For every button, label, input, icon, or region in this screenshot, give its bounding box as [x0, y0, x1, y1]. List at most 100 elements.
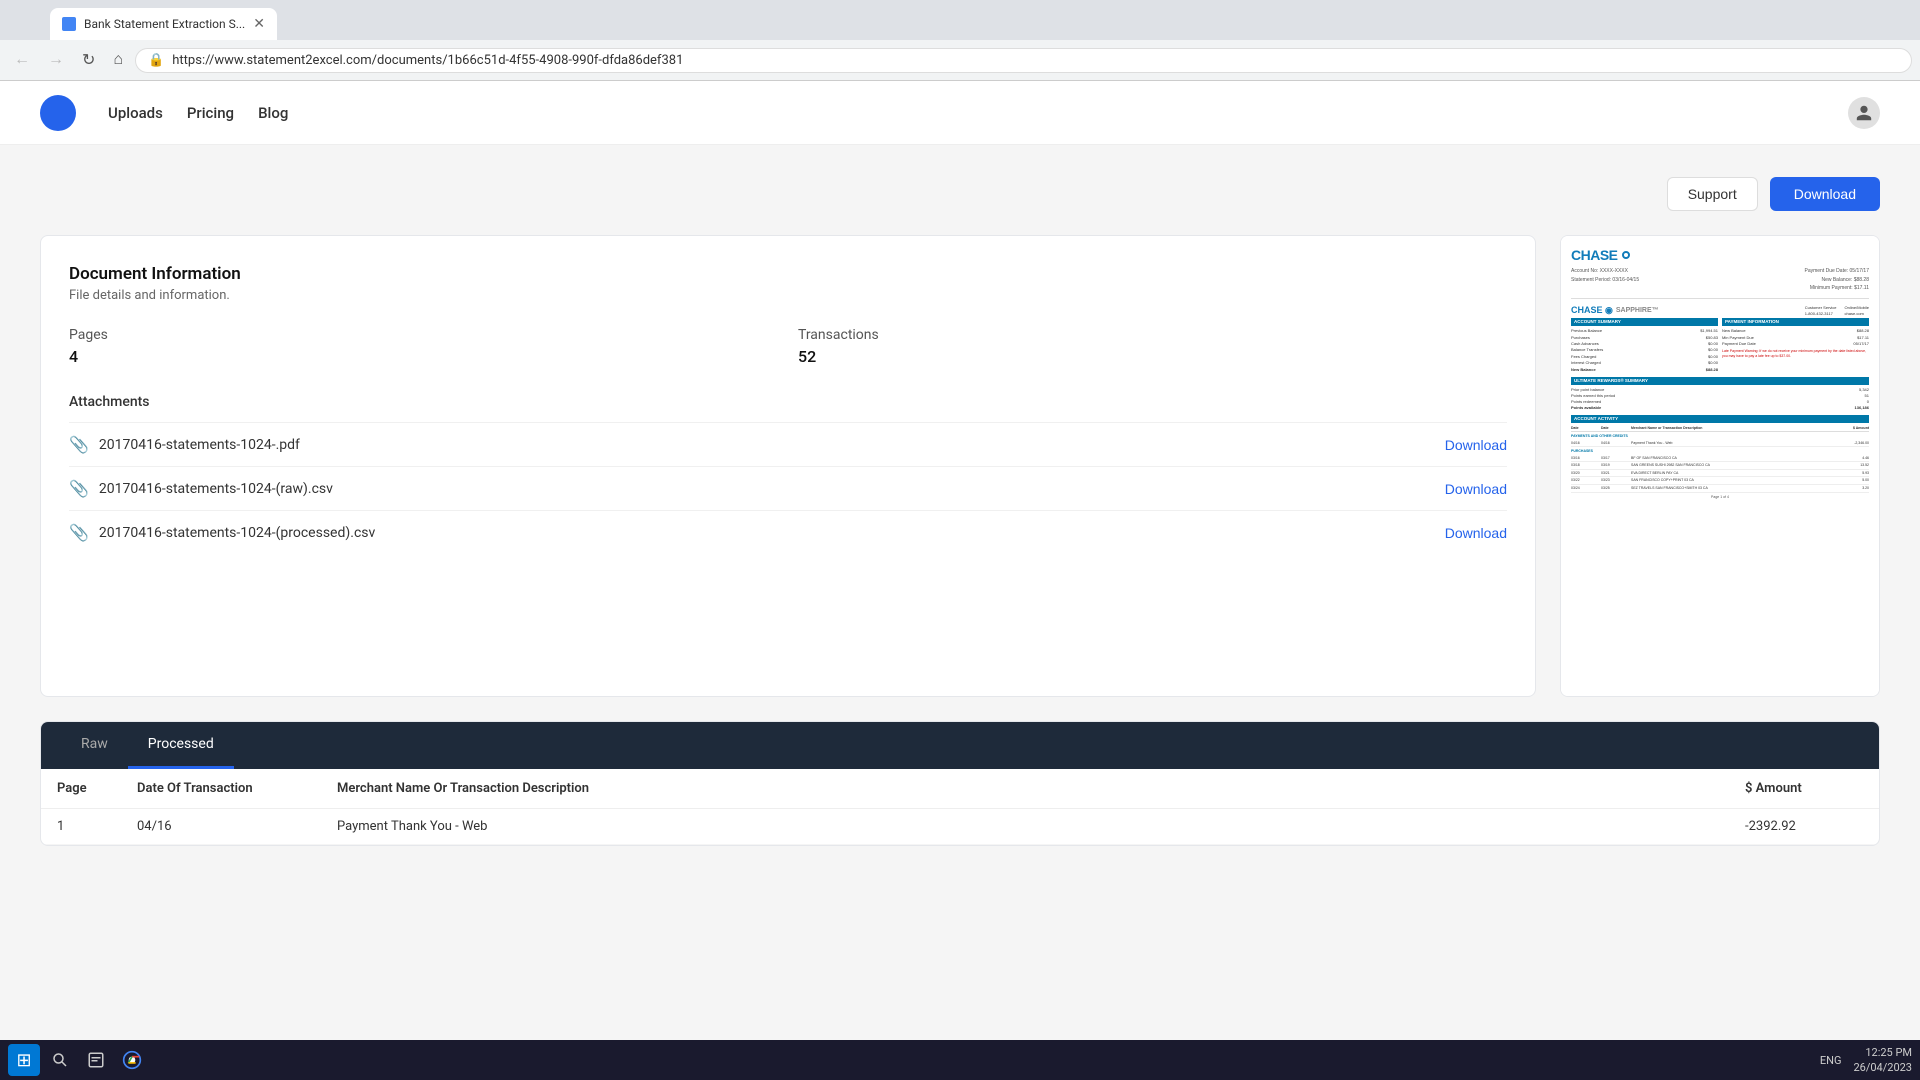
- document-preview-card: CHASE Account No: XXXX-XXXX Payment Due …: [1560, 235, 1880, 697]
- app-wrapper: Uploads Pricing Blog Support Download: [0, 81, 1920, 1040]
- browser-chrome: Bank Statement Extraction S... ✕ ← → ↻ ⌂…: [0, 0, 1920, 81]
- attachment-download-2[interactable]: Download: [1445, 481, 1507, 497]
- transactions-label: Transactions: [798, 327, 1507, 343]
- taskbar-files[interactable]: [80, 1044, 112, 1076]
- transactions-value: 52: [798, 347, 1507, 366]
- nav-blog[interactable]: Blog: [258, 104, 288, 122]
- pages-label: Pages: [69, 327, 778, 343]
- account-summary-rows: Previous Balance$1,994.51 Purchases$50.8…: [1571, 328, 1718, 373]
- late-warning: Late Payment Warning: If we do not recei…: [1722, 349, 1869, 358]
- col-page: Page: [41, 769, 121, 808]
- payment-info-rows: New Balance$88.28 Min Payment Due$17.11 …: [1722, 328, 1869, 347]
- tab-title: Bank Statement Extraction S...: [84, 17, 245, 31]
- statement-header-info: Account No: XXXX-XXXX Payment Due Date: …: [1571, 268, 1869, 292]
- tab-processed[interactable]: Processed: [128, 722, 234, 769]
- col-amount: $ Amount: [1729, 769, 1879, 808]
- document-preview: CHASE Account No: XXXX-XXXX Payment Due …: [1561, 236, 1879, 696]
- attachment-name-3: 20170416-statements-1024-(processed).csv: [99, 525, 1435, 541]
- attachment-download-3[interactable]: Download: [1445, 525, 1507, 541]
- app-logo[interactable]: [40, 95, 76, 131]
- address-bar[interactable]: 🔒 https://www.statement2excel.com/docume…: [135, 48, 1912, 73]
- purchases-header: PURCHASES: [1571, 449, 1869, 454]
- taskbar-date: 26/04/2023: [1853, 1060, 1912, 1075]
- chase-logo: CHASE: [1571, 246, 1618, 264]
- table-row: 1 04/16 Payment Thank You - Web -2392.92: [41, 809, 1879, 845]
- support-button[interactable]: Support: [1667, 177, 1758, 211]
- attachment-name-2: 20170416-statements-1024-(raw).csv: [99, 481, 1435, 497]
- main-content: Support Download Document Information Fi…: [0, 145, 1920, 1040]
- table-header: Page Date Of Transaction Merchant Name O…: [41, 769, 1879, 809]
- payment-info-header: PAYMENT INFORMATION: [1722, 318, 1869, 326]
- cell-amount: -2392.92: [1729, 809, 1879, 844]
- download-main-button[interactable]: Download: [1770, 177, 1880, 211]
- tabs-bar: Raw Processed: [41, 722, 1879, 769]
- account-summary-grid: ACCOUNT SUMMARY Previous Balance$1,994.5…: [1571, 318, 1869, 373]
- nav-pricing[interactable]: Pricing: [187, 104, 234, 122]
- payments-credits-header: PAYMENTS AND OTHER CREDITS: [1571, 434, 1869, 439]
- tab-bar: Bank Statement Extraction S... ✕: [0, 0, 1920, 40]
- nav-uploads[interactable]: Uploads: [108, 104, 163, 122]
- pages-info: Pages 4: [69, 327, 778, 366]
- taskbar-time: 12:25 PM: [1853, 1045, 1912, 1060]
- cell-date: 04/16: [121, 809, 321, 844]
- top-actions: Support Download: [40, 177, 1880, 211]
- activity-row-1: 03/1603/17 BF OF SAN FRANCISCO CA 4.46: [1571, 455, 1869, 463]
- col-date: Date Of Transaction: [121, 769, 321, 808]
- browser-tab[interactable]: Bank Statement Extraction S... ✕: [50, 8, 277, 40]
- ultimate-rewards-section: ULTIMATE REWARDS® SUMMARY Prior point ba…: [1571, 377, 1869, 411]
- activity-row-0: 04/1604/16 Payment Thank You - Web -2,34…: [1571, 440, 1869, 448]
- forward-button[interactable]: →: [42, 47, 70, 73]
- pages-value: 4: [69, 347, 778, 366]
- back-button[interactable]: ←: [8, 47, 36, 73]
- tab-favicon: [62, 17, 76, 31]
- transactions-info: Transactions 52: [798, 327, 1507, 366]
- transactions-section: Raw Processed Page Date Of Transaction M…: [40, 721, 1880, 846]
- card-title: Document Information: [69, 264, 1507, 284]
- activity-row-5: 03/2403/25 SEZ TRAVELS SAN FRANCISCO+SMI…: [1571, 485, 1869, 493]
- account-activity-section: ACCOUNT ACTIVITY Date Date Merchant Name…: [1571, 415, 1869, 499]
- taskbar: ⊞ ENG 12:25 PM 26/04/2023: [0, 1040, 1920, 1080]
- browser-toolbar: ← → ↻ ⌂ 🔒 https://www.statement2excel.co…: [0, 40, 1920, 81]
- tab-raw[interactable]: Raw: [61, 722, 128, 769]
- user-avatar[interactable]: [1848, 97, 1880, 129]
- tab-close-button[interactable]: ✕: [253, 16, 265, 32]
- taskbar-clock: 12:25 PM 26/04/2023: [1853, 1045, 1912, 1076]
- browser-window: Bank Statement Extraction S... ✕ ← → ↻ ⌂…: [0, 0, 1920, 1040]
- paperclip-icon-2: 📎: [69, 479, 89, 498]
- document-info-card: Document Information File details and in…: [40, 235, 1536, 697]
- ssl-lock-icon: 🔒: [148, 53, 164, 68]
- content-grid: Document Information File details and in…: [40, 235, 1880, 697]
- chase-logo-circle: [1622, 251, 1630, 259]
- account-activity-header: ACCOUNT ACTIVITY: [1571, 415, 1869, 423]
- cell-page: 1: [41, 809, 121, 844]
- info-grid: Pages 4 Transactions 52: [69, 327, 1507, 366]
- taskbar-search[interactable]: [44, 1044, 76, 1076]
- start-button[interactable]: ⊞: [8, 1044, 40, 1076]
- statement-info-cols: Customer Service1-800-432-3117 Online/Mo…: [1805, 305, 1869, 315]
- activity-row-4: 03/2203/23 SAN FRANCISCO COPY+PRINT 03 C…: [1571, 477, 1869, 485]
- account-summary-header: ACCOUNT SUMMARY: [1571, 318, 1718, 326]
- card-subtitle: File details and information.: [69, 288, 1507, 303]
- nav-links: Uploads Pricing Blog: [108, 104, 288, 122]
- attachment-item-1: 📎 20170416-statements-1024-.pdf Download: [69, 422, 1507, 466]
- page-indicator: Page 1 of 4: [1571, 495, 1869, 500]
- ultimate-rewards-header: ULTIMATE REWARDS® SUMMARY: [1571, 377, 1869, 385]
- activity-row-2: 03/1803/19 SAN GREENS SUSHI 2982 SAN FRA…: [1571, 462, 1869, 470]
- navbar: Uploads Pricing Blog: [0, 81, 1920, 145]
- taskbar-chrome[interactable]: [116, 1044, 148, 1076]
- attachment-download-1[interactable]: Download: [1445, 437, 1507, 453]
- attachments-title: Attachments: [69, 394, 1507, 410]
- attachment-item-3: 📎 20170416-statements-1024-(processed).c…: [69, 510, 1507, 554]
- reload-button[interactable]: ↻: [76, 46, 101, 74]
- col-description: Merchant Name Or Transaction Description: [321, 769, 1729, 808]
- attachments-section: Attachments 📎 20170416-statements-1024-.…: [69, 394, 1507, 554]
- preview-page2: CHASE ◉ SAPPHIRE™ Customer Service1-800-…: [1571, 305, 1869, 373]
- cell-description: Payment Thank You - Web: [321, 809, 1729, 844]
- activity-table-header: Date Date Merchant Name or Transaction D…: [1571, 425, 1869, 433]
- attachment-item-2: 📎 20170416-statements-1024-(raw).csv Dow…: [69, 466, 1507, 510]
- rewards-rows: Prior point balance5,342 Points earned t…: [1571, 387, 1869, 411]
- paperclip-icon-1: 📎: [69, 435, 89, 454]
- activity-row-3: 03/2003/21 EVA DIRECT BERLIN PAY CA 5.93: [1571, 470, 1869, 478]
- home-button[interactable]: ⌂: [107, 47, 129, 73]
- taskbar-lang: ENG: [1820, 1054, 1842, 1067]
